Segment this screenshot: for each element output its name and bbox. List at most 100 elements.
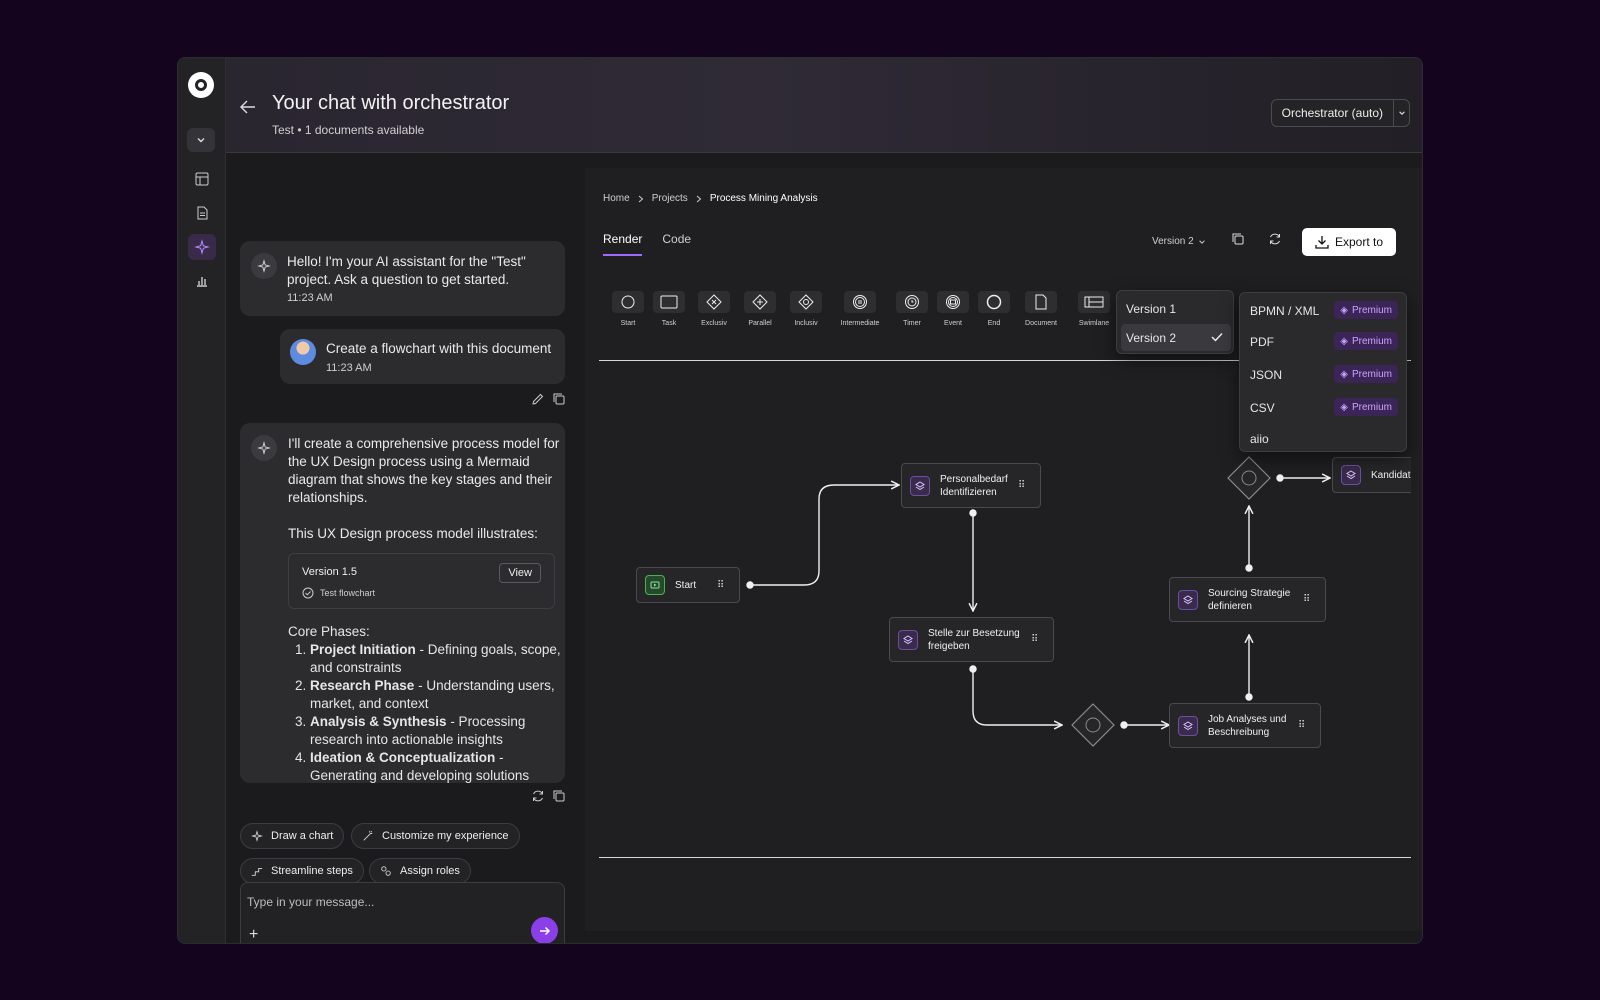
tool-intermediate[interactable]: Intermediate: [837, 291, 883, 327]
assistant-message: Hello! I'm your AI assistant for the "Te…: [240, 241, 565, 316]
chip-assign-roles[interactable]: Assign roles: [369, 858, 471, 884]
tool-start[interactable]: Start: [605, 291, 651, 327]
version-card-title: Version 1.5: [302, 566, 358, 578]
tool-event[interactable]: Event: [930, 291, 976, 327]
premium-badge: ◈ Premium: [1334, 365, 1398, 383]
timer-icon: [905, 295, 919, 309]
tab-render[interactable]: Render: [603, 232, 643, 256]
node-kandidat[interactable]: Kandidat: [1332, 457, 1411, 493]
version-card[interactable]: Version 1.5 Test flowchart View: [288, 553, 555, 609]
refresh-icon[interactable]: [1268, 232, 1282, 251]
tool-end[interactable]: End: [971, 291, 1017, 327]
menu-item-version-2[interactable]: Version 2: [1126, 331, 1176, 345]
node-stelle[interactable]: Stelle zur Besetzung freigeben ⠿: [889, 617, 1054, 662]
page-subtitle: Test • 1 documents available: [272, 123, 425, 137]
rectangle-icon: [660, 295, 678, 309]
chevron-down-icon: [1198, 239, 1205, 244]
layout-icon[interactable]: [188, 166, 216, 192]
tab-code[interactable]: Code: [662, 232, 691, 256]
menu-item-csv[interactable]: CSV: [1250, 401, 1275, 415]
diagram-panel: Home Projects Process Mining Analysis Re…: [585, 168, 1422, 931]
message-time: 11:23 AM: [326, 362, 372, 374]
tool-task[interactable]: Task: [646, 291, 692, 327]
view-button[interactable]: View: [499, 563, 541, 583]
chip-streamline[interactable]: Streamline steps: [240, 858, 364, 884]
regenerate-icon[interactable]: [531, 789, 545, 808]
tool-parallel[interactable]: Parallel: [737, 291, 783, 327]
user-message: Create a flowchart with this document 11…: [280, 329, 565, 384]
node-start[interactable]: Start ⠿: [636, 567, 740, 603]
sparkle-icon[interactable]: [188, 234, 216, 260]
layers-icon: [1341, 465, 1361, 485]
chip-customize[interactable]: Customize my experience: [351, 823, 520, 849]
app-logo-icon[interactable]: [188, 72, 214, 98]
back-arrow-icon[interactable]: [240, 100, 256, 119]
message-input-placeholder: Type in your message...: [247, 895, 375, 909]
chat-header: Your chat with orchestrator Test • 1 doc…: [226, 58, 1422, 153]
node-sourcing[interactable]: Sourcing Strategie definieren ⠿: [1169, 577, 1326, 622]
drag-handle-icon[interactable]: ⠿: [1018, 480, 1032, 491]
list-item: Ideation & Conceptualization - Generatin…: [310, 749, 563, 783]
sparkle-icon: [251, 435, 277, 461]
copy-icon[interactable]: [552, 392, 566, 411]
sparkle-icon: [251, 830, 263, 842]
node-job-analyses[interactable]: Job Analyses und Beschreibung ⠿: [1169, 703, 1321, 748]
end-circle-icon: [986, 294, 1002, 310]
list-item: Analysis & Synthesis - Processing resear…: [310, 713, 563, 749]
tool-exclusiv[interactable]: Exclusiv: [691, 291, 737, 327]
view-tabs: Render Code: [603, 232, 691, 256]
message-text: I'll create a comprehensive process mode…: [288, 436, 560, 505]
tool-timer[interactable]: Timer: [889, 291, 935, 327]
tool-swimlane[interactable]: Swimlane: [1071, 291, 1117, 327]
page-title: Your chat with orchestrator: [272, 92, 510, 114]
download-icon: [1315, 236, 1329, 249]
menu-item-pdf[interactable]: PDF: [1250, 335, 1274, 349]
version-menu: Version 1 Version 2: [1116, 290, 1234, 354]
message-text-secondary: This UX Design process model illustrates…: [288, 526, 538, 541]
diamond-icon: ◈: [1340, 304, 1348, 316]
document-icon: [1035, 294, 1047, 310]
chevron-right-icon: [696, 195, 702, 202]
send-button[interactable]: [531, 917, 558, 943]
message-time: 11:23 AM: [287, 292, 333, 304]
layers-icon: [898, 629, 918, 650]
tool-inclusiv[interactable]: Inclusiv: [783, 291, 829, 327]
bar-chart-icon[interactable]: [188, 268, 216, 294]
chevron-right-icon: [638, 195, 643, 202]
tool-document[interactable]: Document: [1018, 291, 1064, 327]
premium-badge: ◈ Premium: [1334, 398, 1398, 416]
roles-icon: [381, 866, 391, 876]
document-icon[interactable]: [188, 200, 216, 226]
layers-icon: [1178, 589, 1198, 610]
menu-item-aiio[interactable]: aiio: [1250, 432, 1269, 446]
breadcrumb-projects[interactable]: Projects: [652, 193, 688, 204]
breadcrumb: Home Projects Process Mining Analysis: [603, 193, 818, 204]
version-selector[interactable]: Version 2: [1152, 236, 1206, 247]
diamond-icon: ◈: [1340, 368, 1348, 380]
menu-item-version-1[interactable]: Version 1: [1126, 302, 1176, 316]
duplicate-icon[interactable]: [1231, 232, 1245, 251]
chip-draw-chart[interactable]: Draw a chart: [240, 823, 345, 849]
drag-handle-icon[interactable]: ⠿: [1031, 634, 1045, 645]
gateway-icon[interactable]: [1071, 703, 1115, 747]
edit-icon[interactable]: [531, 392, 545, 411]
add-attachment-button[interactable]: +: [249, 926, 258, 943]
message-text: Hello! I'm your AI assistant for the "Te…: [287, 254, 526, 287]
message-input[interactable]: Type in your message... +: [240, 882, 565, 943]
gateway-icon[interactable]: [1227, 456, 1271, 500]
message-text: Create a flowchart with this document: [326, 341, 552, 356]
icon-rail: [178, 58, 226, 943]
export-button[interactable]: Export to: [1302, 228, 1396, 256]
menu-item-bpmn[interactable]: BPMN / XML: [1250, 304, 1319, 318]
chevron-down-icon[interactable]: [187, 128, 215, 152]
chevron-down-icon[interactable]: [1393, 100, 1409, 126]
phases-title: Core Phases:: [288, 624, 370, 639]
node-personalbedarf[interactable]: Personalbedarf Identifizieren ⠿: [901, 463, 1041, 508]
drag-handle-icon[interactable]: ⠿: [717, 580, 731, 591]
breadcrumb-home[interactable]: Home: [603, 193, 630, 204]
copy-icon[interactable]: [552, 789, 566, 808]
drag-handle-icon[interactable]: ⠿: [1298, 720, 1312, 731]
drag-handle-icon[interactable]: ⠿: [1303, 594, 1317, 605]
model-selector[interactable]: Orchestrator (auto): [1270, 99, 1410, 127]
menu-item-json[interactable]: JSON: [1250, 368, 1282, 382]
